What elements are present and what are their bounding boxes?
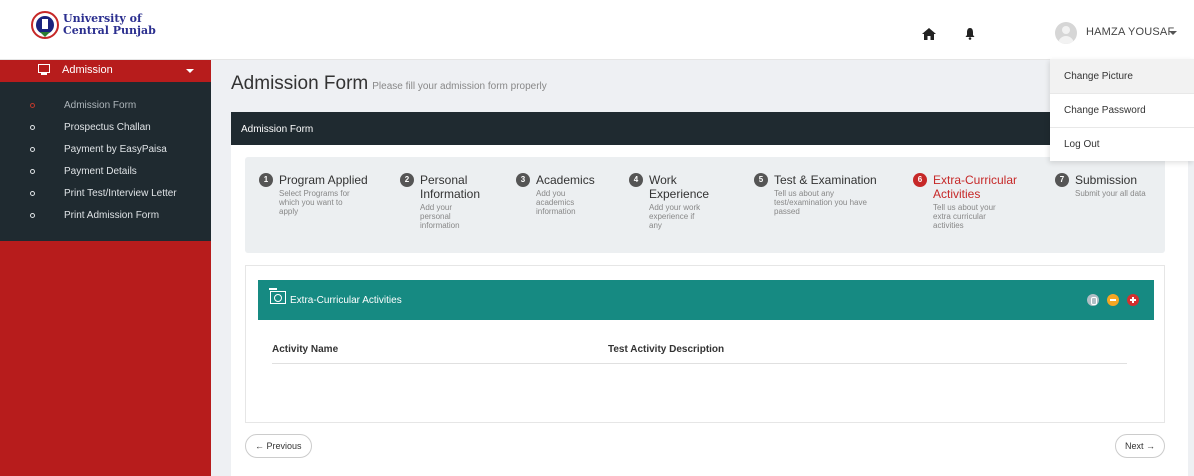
menu-item-change-picture[interactable]: Change Picture	[1050, 59, 1194, 93]
sidebar-section-admission[interactable]: Admission	[0, 60, 211, 82]
circle-icon	[30, 213, 35, 218]
page-title: Admission Form Please fill your admission…	[231, 73, 547, 95]
step-title: Program Applied	[279, 173, 368, 187]
circle-icon	[30, 103, 35, 108]
step-title: Submission	[1075, 173, 1138, 187]
camera-icon	[269, 288, 286, 304]
sidebar-item-label: Print Admission Form	[64, 210, 160, 221]
sidebar: Admission Admission Form Prospectus Chal…	[0, 60, 211, 476]
step-description: Select Programs for which you want to ap…	[279, 189, 350, 216]
form-header-title: Admission Form	[241, 124, 314, 135]
sidebar-item-label: Payment by EasyPaisa	[64, 144, 167, 155]
wizard-steps: 1 Program Applied Select Programs for wh…	[245, 157, 1165, 253]
step-number: 5	[754, 173, 768, 187]
panel-header: Extra-Curricular Activities	[258, 280, 1154, 320]
admission-form-box: Admission Form 1 Program Applied Select …	[231, 112, 1188, 476]
collapse-icon[interactable]	[1107, 294, 1119, 306]
menu-item-label: Log Out	[1064, 139, 1100, 150]
previous-button[interactable]: ← Previous	[245, 434, 312, 458]
refresh-icon[interactable]	[1087, 294, 1099, 306]
sidebar-section-label: Admission	[62, 64, 113, 76]
circle-icon	[30, 125, 35, 130]
step-title: Test & Examination	[774, 173, 877, 187]
step-number: 1	[259, 173, 273, 187]
column-header-activity-name: Activity Name	[272, 344, 339, 355]
university-seal-icon	[30, 8, 60, 42]
step-description: Tell us about your extra curricular acti…	[933, 203, 996, 230]
menu-item-log-out[interactable]: Log Out	[1050, 127, 1194, 161]
sidebar-item-label: Prospectus Challan	[64, 122, 151, 133]
caret-down-icon[interactable]	[1169, 31, 1177, 35]
step-description: Tell us about any test/examination you h…	[774, 189, 867, 216]
circle-icon	[30, 191, 35, 196]
table-divider	[272, 363, 1127, 364]
sidebar-item-prospectus-challan[interactable]: Prospectus Challan	[0, 118, 211, 138]
step-title: Personal Information	[420, 173, 481, 201]
step-title: Extra-Curricular Activities	[933, 173, 1018, 201]
menu-item-label: Change Picture	[1064, 71, 1133, 82]
panel-title: Extra-Curricular Activities	[290, 295, 402, 306]
add-icon[interactable]	[1127, 294, 1139, 306]
sidebar-item-print-admission-form[interactable]: Print Admission Form	[0, 206, 211, 226]
logo-line-2: Central Punjab	[63, 24, 156, 37]
form-header-bar: Admission Form	[231, 112, 1188, 145]
step-title: Academics	[536, 173, 595, 187]
sidebar-item-label: Payment Details	[64, 166, 137, 177]
user-dropdown-menu: Change Picture Change Password Log Out	[1050, 59, 1194, 161]
step-number: 2	[400, 173, 414, 187]
university-logo[interactable]: University of Central Punjab	[30, 8, 156, 42]
bell-icon[interactable]	[965, 27, 975, 45]
sidebar-item-payment-easypaisa[interactable]: Payment by EasyPaisa	[0, 140, 211, 160]
sidebar-item-payment-details[interactable]: Payment Details	[0, 162, 211, 182]
step-number: 4	[629, 173, 643, 187]
menu-item-change-password[interactable]: Change Password	[1050, 93, 1194, 127]
circle-icon	[30, 169, 35, 174]
top-navbar: University of Central Punjab HAMZA YOUSA…	[0, 0, 1194, 60]
step-title: Work Experience	[649, 173, 710, 201]
step-number: 7	[1055, 173, 1069, 187]
monitor-icon	[38, 64, 50, 75]
extra-curricular-panel: Extra-Curricular Activities Activity Nam…	[245, 265, 1165, 423]
step-description: Add you academics information	[536, 189, 576, 216]
sidebar-item-label: Print Test/Interview Letter	[64, 188, 177, 199]
caret-down-icon	[186, 69, 194, 73]
home-icon[interactable]	[922, 27, 936, 45]
circle-icon	[30, 147, 35, 152]
column-header-activity-description: Test Activity Description	[608, 344, 725, 355]
avatar[interactable]	[1055, 22, 1077, 44]
step-description: Add your work experience if any	[649, 203, 701, 230]
sidebar-item-print-test-letter[interactable]: Print Test/Interview Letter	[0, 184, 211, 204]
step-number: 6	[913, 173, 927, 187]
step-description: Add your personal information	[420, 203, 460, 230]
sidebar-menu: Admission Admission Form Prospectus Chal…	[0, 60, 211, 241]
menu-item-label: Change Password	[1064, 105, 1146, 116]
sidebar-item-admission-form[interactable]: Admission Form	[0, 96, 211, 116]
step-number: 3	[516, 173, 530, 187]
step-description: Submit your all data	[1075, 189, 1146, 198]
page-subtitle: Please fill your admission form properly	[372, 81, 547, 92]
sidebar-item-label: Admission Form	[64, 100, 137, 111]
next-button[interactable]: Next →	[1115, 434, 1166, 458]
user-name[interactable]: HAMZA YOUSAF	[1086, 26, 1174, 38]
page-title-text: Admission Form	[231, 73, 369, 94]
